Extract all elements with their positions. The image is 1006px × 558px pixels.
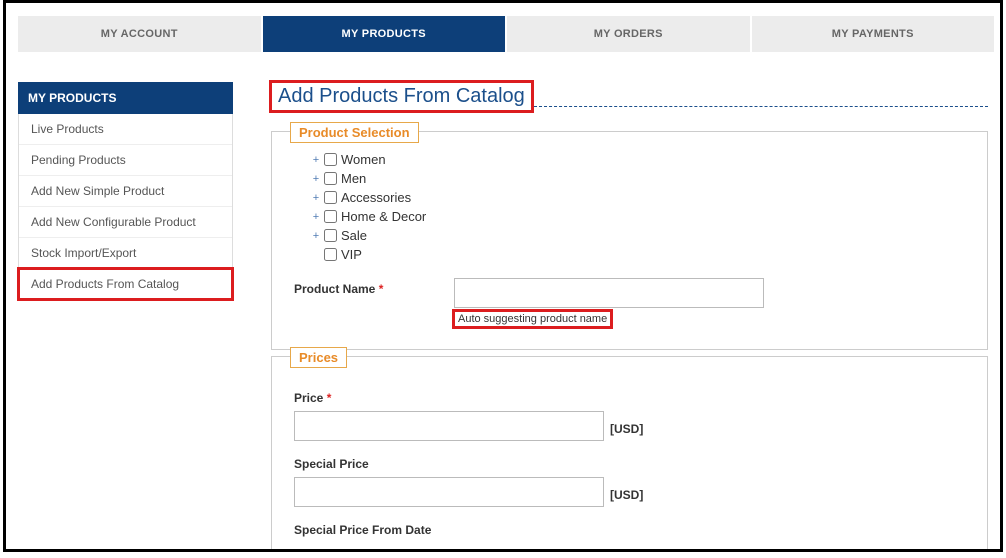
tab-my-account[interactable]: MY ACCOUNT	[18, 16, 263, 52]
category-checkbox[interactable]	[324, 229, 337, 242]
product-name-input[interactable]	[454, 278, 764, 308]
sidebar-item-stock-import-export[interactable]: Stock Import/Export	[19, 238, 232, 269]
category-row-accessories[interactable]: + Accessories	[310, 188, 965, 207]
tab-my-payments[interactable]: MY PAYMENTS	[752, 16, 995, 52]
sidebar-item-pending-products[interactable]: Pending Products	[19, 145, 232, 176]
category-label: Accessories	[341, 190, 411, 205]
legend-prices: Prices	[290, 347, 347, 368]
category-row-home-decor[interactable]: + Home & Decor	[310, 207, 965, 226]
fieldset-prices: Prices Price * [USD] Special Price [USD]…	[271, 356, 988, 552]
sidebar-item-live-products[interactable]: Live Products	[19, 114, 232, 145]
expand-icon	[310, 249, 322, 261]
category-row-men[interactable]: + Men	[310, 169, 965, 188]
price-input[interactable]	[294, 411, 604, 441]
sidebar-item-add-configurable-product[interactable]: Add New Configurable Product	[19, 207, 232, 238]
fieldset-product-selection: Product Selection + Women + Men + Access…	[271, 131, 988, 350]
expand-icon[interactable]: +	[310, 230, 322, 242]
main-tabs: MY ACCOUNT MY PRODUCTS MY ORDERS MY PAYM…	[18, 16, 994, 52]
category-label: Sale	[341, 228, 367, 243]
category-checkbox[interactable]	[324, 248, 337, 261]
special-price-label: Special Price	[294, 457, 965, 471]
price-label: Price *	[294, 391, 965, 405]
sidebar-header: MY PRODUCTS	[18, 82, 233, 114]
special-price-currency: [USD]	[604, 482, 643, 502]
category-checkbox[interactable]	[324, 172, 337, 185]
category-row-sale[interactable]: + Sale	[310, 226, 965, 245]
sidebar-list: Live Products Pending Products Add New S…	[18, 114, 233, 300]
price-currency: [USD]	[604, 416, 643, 436]
main-content: Add Products From Catalog Product Select…	[271, 82, 988, 552]
special-price-input[interactable]	[294, 477, 604, 507]
title-divider	[534, 106, 988, 107]
expand-icon[interactable]: +	[310, 211, 322, 223]
sidebar-item-add-from-catalog[interactable]: Add Products From Catalog	[19, 269, 232, 299]
category-label: VIP	[341, 247, 362, 262]
sidebar: MY PRODUCTS Live Products Pending Produc…	[18, 82, 233, 552]
product-name-hint: Auto suggesting product name	[454, 311, 611, 327]
expand-icon[interactable]: +	[310, 192, 322, 204]
page-title: Add Products From Catalog	[272, 83, 531, 110]
category-label: Women	[341, 152, 386, 167]
expand-icon[interactable]: +	[310, 154, 322, 166]
category-tree: + Women + Men + Accessories + Ho	[310, 150, 965, 264]
tab-my-orders[interactable]: MY ORDERS	[507, 16, 752, 52]
category-row-vip[interactable]: VIP	[310, 245, 965, 264]
legend-product-selection: Product Selection	[290, 122, 419, 143]
sidebar-item-add-simple-product[interactable]: Add New Simple Product	[19, 176, 232, 207]
special-price-from-label: Special Price From Date	[294, 523, 965, 537]
tab-my-products[interactable]: MY PRODUCTS	[263, 16, 508, 52]
category-label: Men	[341, 171, 366, 186]
category-checkbox[interactable]	[324, 153, 337, 166]
category-label: Home & Decor	[341, 209, 426, 224]
category-checkbox[interactable]	[324, 210, 337, 223]
category-row-women[interactable]: + Women	[310, 150, 965, 169]
category-checkbox[interactable]	[324, 191, 337, 204]
expand-icon[interactable]: +	[310, 173, 322, 185]
product-name-label: Product Name *	[294, 278, 454, 296]
